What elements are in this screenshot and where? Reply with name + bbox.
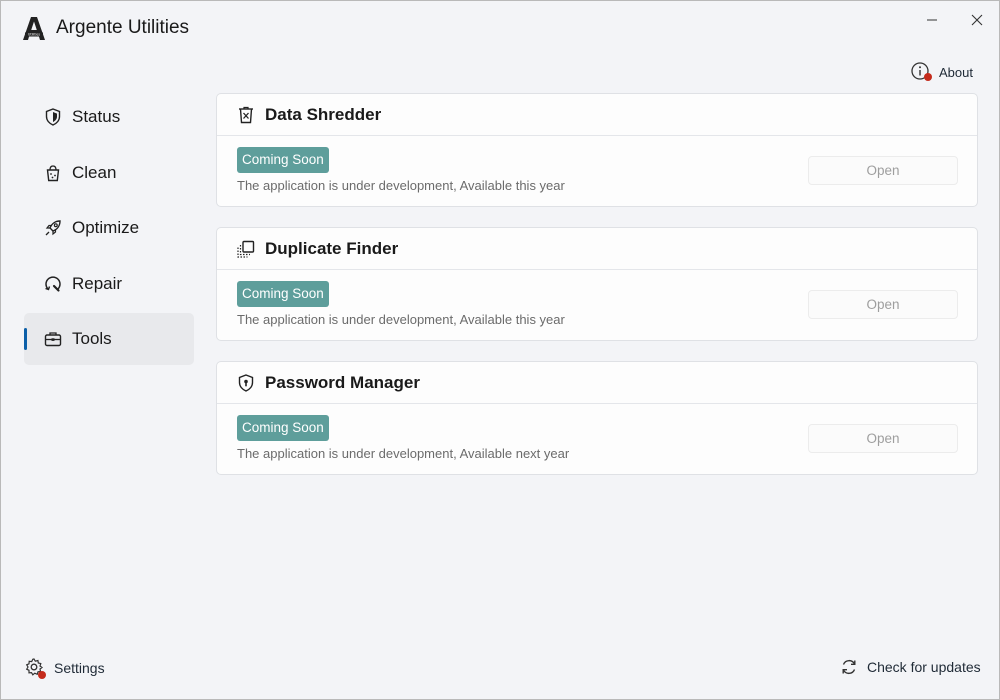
minimize-icon [927,19,937,21]
toolbox-icon [42,328,64,350]
sidebar-item-tools[interactable]: Tools [24,313,194,365]
settings-button[interactable]: Settings [24,657,105,679]
card-header: Password Manager [217,362,977,404]
card-description: The application is under development, Av… [237,312,565,327]
rocket-icon [42,217,64,239]
logo-text: Utilities [28,33,40,37]
tool-card-duplicate-finder: Duplicate Finder Coming Soon The applica… [216,227,978,341]
card-title: Duplicate Finder [265,238,399,258]
sidebar: Status Clean Optimize Repair Tools [24,91,194,369]
updates-label: Check for updates [867,659,981,675]
card-body: Coming Soon The application is under dev… [217,404,977,474]
open-button[interactable]: Open [808,290,958,319]
open-button[interactable]: Open [808,424,958,453]
close-icon [971,14,983,26]
notification-dot [924,73,932,81]
sidebar-item-label: Optimize [72,218,140,237]
trash-bin-icon [42,162,64,184]
title-bar[interactable]: Utilities Argente Utilities [1,1,999,57]
status-badge: Coming Soon [237,147,329,173]
wrench-icon [42,273,64,295]
card-body: Coming Soon The application is under dev… [217,270,977,340]
status-badge: Coming Soon [237,281,329,307]
gear-icon [24,657,46,679]
tool-card-data-shredder: Data Shredder Coming Soon The applicatio… [216,93,978,207]
card-description: The application is under development, Av… [237,178,565,193]
card-title: Data Shredder [265,104,382,124]
sidebar-item-optimize[interactable]: Optimize [24,202,194,254]
about-button[interactable]: About [910,61,973,83]
sidebar-item-label: Clean [72,162,117,182]
status-badge: Coming Soon [237,415,329,441]
sidebar-item-status[interactable]: Status [24,91,194,143]
card-description: The application is under development, Av… [237,446,570,461]
duplicate-icon [235,238,257,260]
shredder-icon [235,104,257,126]
open-button[interactable]: Open [808,156,958,185]
card-header: Duplicate Finder [217,228,977,270]
check-updates-button[interactable]: Check for updates [839,657,981,677]
tool-card-password-manager: Password Manager Coming Soon The applica… [216,361,978,475]
settings-label: Settings [54,660,105,676]
card-body: Coming Soon The application is under dev… [217,136,977,206]
app-logo-icon: Utilities [23,17,45,40]
card-header: Data Shredder [217,94,977,136]
sidebar-item-label: Tools [72,329,112,348]
sidebar-item-repair[interactable]: Repair [24,258,194,310]
card-title: Password Manager [265,372,420,392]
refresh-icon [842,659,856,675]
info-icon [910,61,932,83]
close-button[interactable] [959,7,995,33]
sidebar-item-label: Repair [72,273,123,293]
about-label: About [939,64,973,80]
sidebar-item-label: Status [72,107,121,126]
notification-dot [38,671,46,679]
app-title: Argente Utilities [56,17,190,38]
shield-icon [42,106,64,128]
minimize-button[interactable] [914,7,950,33]
app-window: Utilities Argente Utilities About Status [0,0,1000,700]
password-shield-icon [235,372,257,394]
sidebar-item-clean[interactable]: Clean [24,147,194,199]
tools-list: Data Shredder Coming Soon The applicatio… [216,93,978,495]
